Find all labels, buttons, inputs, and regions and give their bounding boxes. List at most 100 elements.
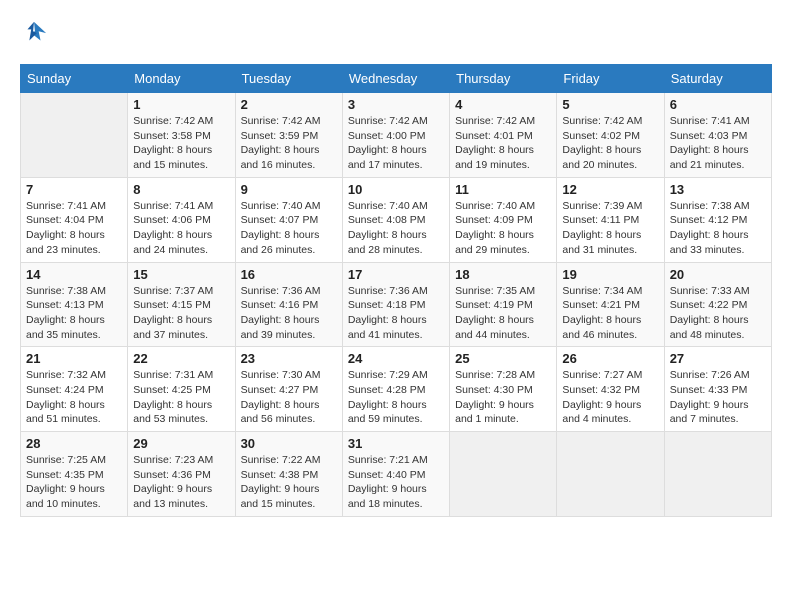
day-number: 28 bbox=[26, 436, 122, 451]
day-detail: Sunrise: 7:32 AM Sunset: 4:24 PM Dayligh… bbox=[26, 368, 122, 427]
calendar-cell: 3 Sunrise: 7:42 AM Sunset: 4:00 PM Daylig… bbox=[342, 93, 449, 178]
day-detail: Sunrise: 7:33 AM Sunset: 4:22 PM Dayligh… bbox=[670, 284, 766, 343]
day-number: 8 bbox=[133, 182, 229, 197]
day-number: 29 bbox=[133, 436, 229, 451]
day-detail: Sunrise: 7:38 AM Sunset: 4:13 PM Dayligh… bbox=[26, 284, 122, 343]
calendar-cell: 14 Sunrise: 7:38 AM Sunset: 4:13 PM Dayli… bbox=[21, 262, 128, 347]
day-number: 12 bbox=[562, 182, 658, 197]
calendar-cell bbox=[21, 93, 128, 178]
calendar-cell: 10 Sunrise: 7:40 AM Sunset: 4:08 PM Dayli… bbox=[342, 177, 449, 262]
day-detail: Sunrise: 7:29 AM Sunset: 4:28 PM Dayligh… bbox=[348, 368, 444, 427]
calendar-cell: 11 Sunrise: 7:40 AM Sunset: 4:09 PM Dayli… bbox=[450, 177, 557, 262]
calendar-cell: 25 Sunrise: 7:28 AM Sunset: 4:30 PM Dayli… bbox=[450, 347, 557, 432]
calendar-table: SundayMondayTuesdayWednesdayThursdayFrid… bbox=[20, 64, 772, 517]
day-number: 19 bbox=[562, 267, 658, 282]
calendar-cell bbox=[450, 432, 557, 517]
calendar-cell: 31Sunrise: 7:21 AM Sunset: 4:40 PM Dayli… bbox=[342, 432, 449, 517]
calendar-cell: 18 Sunrise: 7:35 AM Sunset: 4:19 PM Dayli… bbox=[450, 262, 557, 347]
day-detail: Sunrise: 7:27 AM Sunset: 4:32 PM Dayligh… bbox=[562, 368, 658, 427]
day-detail: Sunrise: 7:40 AM Sunset: 4:09 PM Dayligh… bbox=[455, 199, 551, 258]
calendar-cell: 16 Sunrise: 7:36 AM Sunset: 4:16 PM Dayli… bbox=[235, 262, 342, 347]
day-detail: Sunrise: 7:34 AM Sunset: 4:21 PM Dayligh… bbox=[562, 284, 658, 343]
day-number: 2 bbox=[241, 97, 337, 112]
day-number: 3 bbox=[348, 97, 444, 112]
day-detail: Sunrise: 7:42 AM Sunset: 4:01 PM Dayligh… bbox=[455, 114, 551, 173]
calendar-cell: 4 Sunrise: 7:42 AM Sunset: 4:01 PM Daylig… bbox=[450, 93, 557, 178]
calendar-cell: 5 Sunrise: 7:42 AM Sunset: 4:02 PM Daylig… bbox=[557, 93, 664, 178]
day-number: 10 bbox=[348, 182, 444, 197]
day-number: 15 bbox=[133, 267, 229, 282]
day-header-friday: Friday bbox=[557, 65, 664, 93]
day-detail: Sunrise: 7:21 AM Sunset: 4:40 PM Dayligh… bbox=[348, 453, 444, 512]
day-number: 18 bbox=[455, 267, 551, 282]
day-detail: Sunrise: 7:26 AM Sunset: 4:33 PM Dayligh… bbox=[670, 368, 766, 427]
day-header-saturday: Saturday bbox=[664, 65, 771, 93]
day-number: 6 bbox=[670, 97, 766, 112]
calendar-cell: 13Sunrise: 7:38 AM Sunset: 4:12 PM Dayli… bbox=[664, 177, 771, 262]
day-number: 27 bbox=[670, 351, 766, 366]
day-detail: Sunrise: 7:41 AM Sunset: 4:04 PM Dayligh… bbox=[26, 199, 122, 258]
day-detail: Sunrise: 7:22 AM Sunset: 4:38 PM Dayligh… bbox=[241, 453, 337, 512]
day-detail: Sunrise: 7:35 AM Sunset: 4:19 PM Dayligh… bbox=[455, 284, 551, 343]
calendar-cell: 19 Sunrise: 7:34 AM Sunset: 4:21 PM Dayli… bbox=[557, 262, 664, 347]
day-detail: Sunrise: 7:36 AM Sunset: 4:16 PM Dayligh… bbox=[241, 284, 337, 343]
day-number: 4 bbox=[455, 97, 551, 112]
page-header bbox=[20, 20, 772, 48]
day-number: 11 bbox=[455, 182, 551, 197]
day-header-thursday: Thursday bbox=[450, 65, 557, 93]
calendar-cell: 2 Sunrise: 7:42 AM Sunset: 3:59 PM Daylig… bbox=[235, 93, 342, 178]
day-number: 21 bbox=[26, 351, 122, 366]
calendar-cell: 1Sunrise: 7:42 AM Sunset: 3:58 PM Daylig… bbox=[128, 93, 235, 178]
logo-icon bbox=[20, 20, 48, 48]
calendar-cell: 27 Sunrise: 7:26 AM Sunset: 4:33 PM Dayli… bbox=[664, 347, 771, 432]
calendar-cell: 7 Sunrise: 7:41 AM Sunset: 4:04 PM Daylig… bbox=[21, 177, 128, 262]
day-header-tuesday: Tuesday bbox=[235, 65, 342, 93]
calendar-cell: 20 Sunrise: 7:33 AM Sunset: 4:22 PM Dayli… bbox=[664, 262, 771, 347]
calendar-cell: 26 Sunrise: 7:27 AM Sunset: 4:32 PM Dayli… bbox=[557, 347, 664, 432]
day-detail: Sunrise: 7:40 AM Sunset: 4:08 PM Dayligh… bbox=[348, 199, 444, 258]
day-number: 23 bbox=[241, 351, 337, 366]
day-detail: Sunrise: 7:40 AM Sunset: 4:07 PM Dayligh… bbox=[241, 199, 337, 258]
day-detail: Sunrise: 7:25 AM Sunset: 4:35 PM Dayligh… bbox=[26, 453, 122, 512]
day-detail: Sunrise: 7:41 AM Sunset: 4:03 PM Dayligh… bbox=[670, 114, 766, 173]
day-detail: Sunrise: 7:39 AM Sunset: 4:11 PM Dayligh… bbox=[562, 199, 658, 258]
day-number: 26 bbox=[562, 351, 658, 366]
calendar-cell: 24 Sunrise: 7:29 AM Sunset: 4:28 PM Dayli… bbox=[342, 347, 449, 432]
day-number: 1 bbox=[133, 97, 229, 112]
day-number: 24 bbox=[348, 351, 444, 366]
calendar-cell: 12 Sunrise: 7:39 AM Sunset: 4:11 PM Dayli… bbox=[557, 177, 664, 262]
calendar-cell bbox=[664, 432, 771, 517]
day-detail: Sunrise: 7:37 AM Sunset: 4:15 PM Dayligh… bbox=[133, 284, 229, 343]
day-number: 30 bbox=[241, 436, 337, 451]
calendar-cell: 17 Sunrise: 7:36 AM Sunset: 4:18 PM Dayli… bbox=[342, 262, 449, 347]
day-number: 16 bbox=[241, 267, 337, 282]
day-header-wednesday: Wednesday bbox=[342, 65, 449, 93]
calendar-cell: 15 Sunrise: 7:37 AM Sunset: 4:15 PM Dayli… bbox=[128, 262, 235, 347]
day-header-monday: Monday bbox=[128, 65, 235, 93]
day-number: 14 bbox=[26, 267, 122, 282]
day-number: 5 bbox=[562, 97, 658, 112]
day-number: 20 bbox=[670, 267, 766, 282]
day-detail: Sunrise: 7:38 AM Sunset: 4:12 PM Dayligh… bbox=[670, 199, 766, 258]
day-detail: Sunrise: 7:36 AM Sunset: 4:18 PM Dayligh… bbox=[348, 284, 444, 343]
day-detail: Sunrise: 7:41 AM Sunset: 4:06 PM Dayligh… bbox=[133, 199, 229, 258]
day-detail: Sunrise: 7:23 AM Sunset: 4:36 PM Dayligh… bbox=[133, 453, 229, 512]
day-detail: Sunrise: 7:30 AM Sunset: 4:27 PM Dayligh… bbox=[241, 368, 337, 427]
day-detail: Sunrise: 7:28 AM Sunset: 4:30 PM Dayligh… bbox=[455, 368, 551, 427]
day-number: 17 bbox=[348, 267, 444, 282]
day-number: 7 bbox=[26, 182, 122, 197]
week-row-3: 14 Sunrise: 7:38 AM Sunset: 4:13 PM Dayli… bbox=[21, 262, 772, 347]
day-number: 22 bbox=[133, 351, 229, 366]
week-row-2: 7 Sunrise: 7:41 AM Sunset: 4:04 PM Daylig… bbox=[21, 177, 772, 262]
calendar-cell: 21 Sunrise: 7:32 AM Sunset: 4:24 PM Dayli… bbox=[21, 347, 128, 432]
day-number: 9 bbox=[241, 182, 337, 197]
calendar-cell: 28 Sunrise: 7:25 AM Sunset: 4:35 PM Dayli… bbox=[21, 432, 128, 517]
day-detail: Sunrise: 7:42 AM Sunset: 4:00 PM Dayligh… bbox=[348, 114, 444, 173]
week-row-4: 21 Sunrise: 7:32 AM Sunset: 4:24 PM Dayli… bbox=[21, 347, 772, 432]
day-detail: Sunrise: 7:42 AM Sunset: 4:02 PM Dayligh… bbox=[562, 114, 658, 173]
day-detail: Sunrise: 7:42 AM Sunset: 3:59 PM Dayligh… bbox=[241, 114, 337, 173]
calendar-cell: 23 Sunrise: 7:30 AM Sunset: 4:27 PM Dayli… bbox=[235, 347, 342, 432]
calendar-cell: 29 Sunrise: 7:23 AM Sunset: 4:36 PM Dayli… bbox=[128, 432, 235, 517]
day-number: 25 bbox=[455, 351, 551, 366]
calendar-cell: 22Sunrise: 7:31 AM Sunset: 4:25 PM Dayli… bbox=[128, 347, 235, 432]
